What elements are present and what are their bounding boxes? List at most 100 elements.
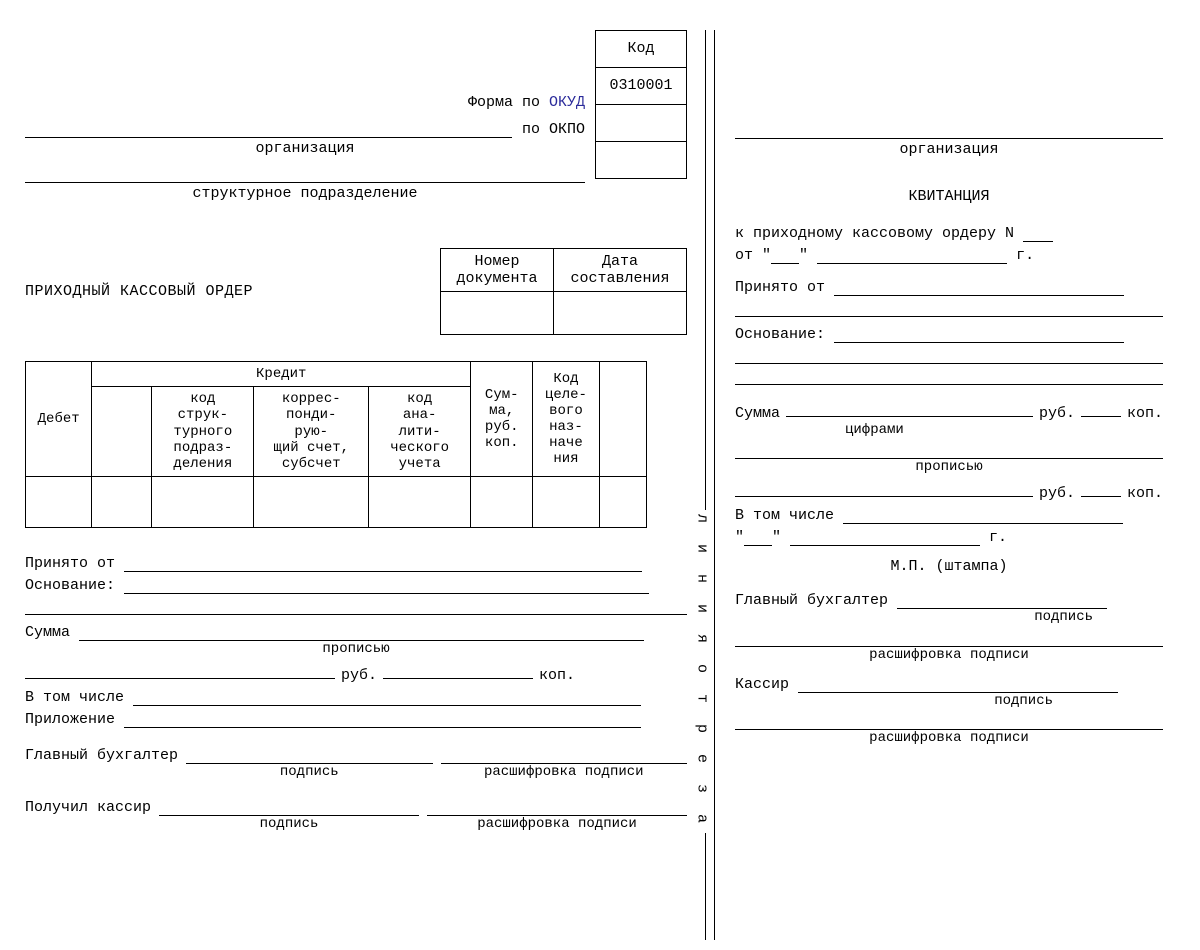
receipt-chief-sig[interactable] [897, 591, 1107, 609]
cell-debit[interactable] [26, 476, 92, 527]
receipt-rub-2: руб. [1039, 485, 1075, 502]
cell-struct[interactable] [152, 476, 254, 527]
receipt-rub-1: руб. [1039, 405, 1075, 422]
including-input[interactable] [133, 688, 641, 706]
sum-input-1[interactable] [79, 623, 644, 641]
cashier-name-input[interactable] [427, 798, 687, 816]
col-credit: Кредит [92, 362, 471, 387]
attachment-label: Приложение [25, 711, 115, 728]
cashier-sig-caption: подпись [159, 816, 419, 832]
cashier-received-label: Получил кассир [25, 799, 151, 816]
basis-input-1[interactable] [124, 576, 649, 594]
received-from-label: Принято от [25, 555, 115, 572]
cell-sum[interactable] [471, 476, 533, 527]
sum-label: Сумма [25, 624, 70, 641]
receipt-sum-digits[interactable] [786, 399, 1033, 417]
receipt-basis-input-3[interactable] [735, 367, 1163, 385]
receipt-day[interactable] [771, 246, 799, 264]
receipt-to-order: к приходному кассовому ордеру N [735, 224, 1014, 241]
stamp-label: М.П. (штампа) [735, 558, 1163, 575]
structural-unit-caption: структурное подразделение [25, 185, 585, 202]
receipt-basis-label: Основание: [735, 325, 825, 342]
col-credit-blank [92, 387, 152, 476]
cashier-name-caption: расшифровка подписи [427, 816, 687, 832]
doc-date-input[interactable] [554, 292, 687, 335]
receipt-basis-input-2[interactable] [735, 346, 1163, 364]
main-accounting-table: Дебет Кредит Сум- ма, руб. коп. Код целе… [25, 361, 647, 528]
okpo-code[interactable] [596, 105, 687, 142]
receipt-basis-input[interactable] [834, 325, 1124, 343]
code-box: Код 0310001 [595, 30, 687, 179]
receipt-order-num[interactable] [1023, 224, 1053, 242]
basis-label: Основание: [25, 577, 115, 594]
okud-code: 0310001 [596, 68, 687, 105]
doc-date-header: Дата составления [554, 248, 687, 292]
receipt-including-input[interactable] [843, 506, 1123, 524]
receipt-section: организация КВИТАНЦИЯ к приходному кассо… [723, 30, 1163, 940]
cell-credit-blank[interactable] [92, 476, 152, 527]
doc-number-input[interactable] [441, 292, 554, 335]
cell-extra[interactable] [599, 476, 646, 527]
cash-order-form: Форма по ОКУД по ОКПО организация структ… [0, 0, 1200, 950]
receipt-chief-name[interactable] [735, 629, 1163, 647]
okpo-label: по ОКПО [522, 121, 585, 138]
col-purpose: Код целе- вого наз- наче ния [533, 362, 599, 477]
structural-unit-input[interactable] [25, 164, 585, 183]
receipt-including: В том числе [735, 507, 834, 524]
receipt-digits-caption: цифрами [735, 422, 1163, 438]
doc-number-header: Номер документа [441, 248, 554, 292]
receipt-received-input[interactable] [834, 278, 1124, 296]
receipt-date-month[interactable] [790, 528, 980, 546]
receipt-date-year-suffix: г. [989, 529, 1007, 546]
form-label: Форма по [468, 94, 549, 111]
received-from-input[interactable] [124, 554, 642, 572]
code-header: Код [596, 31, 687, 68]
col-corr-account: коррес- понди- рую- щий счет, субсчет [254, 387, 369, 476]
receipt-cashier-name[interactable] [735, 712, 1163, 730]
chief-acc-sig-input[interactable] [186, 746, 432, 764]
chief-acc-name-caption: расшифровка подписи [441, 764, 687, 780]
receipt-cashier-sig[interactable] [798, 675, 1118, 693]
receipt-chief-acc-label: Главный бухгалтер [735, 592, 888, 609]
receipt-org-input[interactable] [735, 120, 1163, 139]
col-analytical: код ана- лити- ческого учета [369, 387, 471, 476]
including-label: В том числе [25, 689, 124, 706]
kop-input[interactable] [383, 661, 533, 679]
receipt-org-caption: организация [735, 141, 1163, 158]
receipt-received-input-2[interactable] [735, 299, 1163, 317]
cell-purpose[interactable] [533, 476, 599, 527]
receipt-cashier-name-caption: расшифровка подписи [735, 730, 1163, 746]
receipt-date-day[interactable] [744, 528, 772, 546]
receipt-year-suffix: г. [1016, 246, 1034, 263]
receipt-cashier-label: Кассир [735, 675, 789, 692]
doc-meta-box: Номер документа Дата составления [440, 248, 687, 336]
extra-code[interactable] [596, 142, 687, 179]
cashier-sig-input[interactable] [159, 798, 419, 816]
order-section: Форма по ОКУД по ОКПО организация структ… [25, 30, 697, 940]
okud-link[interactable]: ОКУД [549, 94, 585, 111]
organization-input[interactable] [25, 119, 512, 138]
receipt-kop-1: коп. [1127, 405, 1163, 422]
receipt-sum-words-2[interactable] [735, 479, 1033, 497]
receipt-words-caption: прописью [735, 459, 1163, 475]
basis-input-2[interactable] [25, 597, 687, 615]
cell-anal[interactable] [369, 476, 471, 527]
col-blank [599, 362, 646, 477]
receipt-kop-2-input[interactable] [1081, 479, 1121, 497]
receipt-from: от [735, 246, 753, 263]
document-title: ПРИХОДНЫЙ КАССОВЫЙ ОРДЕР [25, 283, 253, 300]
receipt-chief-sig-caption: подпись [735, 609, 1163, 625]
chief-acc-name-input[interactable] [441, 746, 687, 764]
cell-corr[interactable] [254, 476, 369, 527]
kop-label: коп. [539, 667, 575, 684]
attachment-input[interactable] [124, 710, 641, 728]
organization-caption: организация [25, 140, 585, 157]
receipt-month[interactable] [817, 246, 1007, 264]
receipt-sum-words-1[interactable] [735, 441, 1163, 459]
col-struct-code: код струк- турного подраз- деления [152, 387, 254, 476]
receipt-chief-name-caption: расшифровка подписи [735, 647, 1163, 663]
receipt-title: КВИТАНЦИЯ [735, 188, 1163, 205]
sum-input-2[interactable] [25, 661, 335, 679]
receipt-kop-digits[interactable] [1081, 399, 1121, 417]
receipt-cashier-sig-caption: подпись [735, 693, 1163, 709]
